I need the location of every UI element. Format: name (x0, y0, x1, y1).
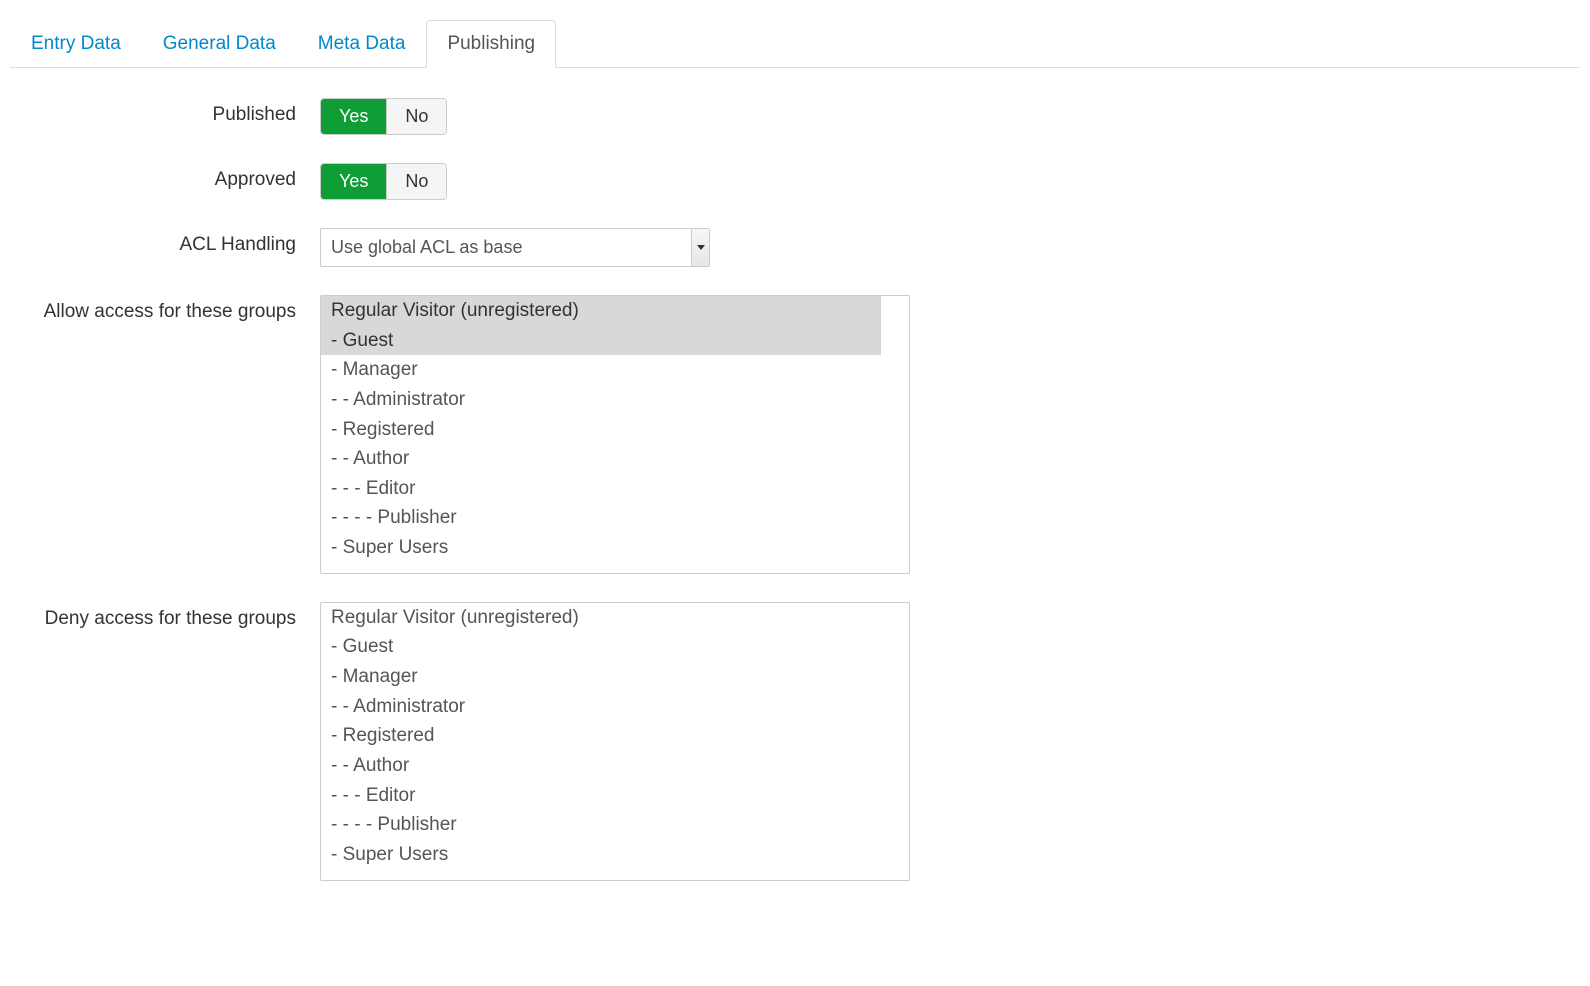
allow-groups-option[interactable]: - Manager (321, 355, 881, 385)
label-allow-groups: Allow access for these groups (10, 295, 320, 323)
label-acl-handling: ACL Handling (10, 228, 320, 256)
acl-handling-select[interactable]: Use global ACL as base (320, 228, 710, 267)
allow-groups-option[interactable]: - - - Editor (321, 474, 881, 504)
tab-general-data[interactable]: General Data (142, 20, 297, 68)
label-approved: Approved (10, 163, 320, 191)
deny-groups-option[interactable]: - - - Editor (321, 781, 881, 811)
deny-groups-option[interactable]: - Manager (321, 662, 881, 692)
allow-groups-option[interactable]: - - Administrator (321, 385, 881, 415)
allow-groups-multiselect[interactable]: Regular Visitor (unregistered)- Guest- M… (320, 295, 910, 574)
deny-groups-option[interactable]: Regular Visitor (unregistered) (321, 603, 881, 633)
row-published: Published Yes No (10, 98, 1580, 135)
allow-groups-option[interactable]: - - - - Publisher (321, 503, 881, 533)
published-yes-button[interactable]: Yes (321, 99, 387, 134)
tab-bar: Entry Data General Data Meta Data Publis… (10, 20, 1580, 68)
acl-handling-select-wrapper: Use global ACL as base (320, 228, 710, 267)
approved-no-button[interactable]: No (387, 164, 446, 199)
allow-groups-option[interactable]: - Guest (321, 326, 881, 356)
deny-groups-option[interactable]: - Super Users (321, 840, 881, 870)
label-deny-groups: Deny access for these groups (10, 602, 320, 630)
tab-meta-data[interactable]: Meta Data (297, 20, 427, 68)
deny-groups-option[interactable]: - - Author (321, 751, 881, 781)
row-allow-groups: Allow access for these groups Regular Vi… (10, 295, 1580, 574)
deny-groups-multiselect[interactable]: Regular Visitor (unregistered)- Guest- M… (320, 602, 910, 881)
allow-groups-option[interactable]: - - Author (321, 444, 881, 474)
approved-yes-button[interactable]: Yes (321, 164, 387, 199)
published-no-button[interactable]: No (387, 99, 446, 134)
toggle-approved: Yes No (320, 163, 447, 200)
row-acl-handling: ACL Handling Use global ACL as base (10, 228, 1580, 267)
allow-groups-option[interactable]: Regular Visitor (unregistered) (321, 296, 881, 326)
row-deny-groups: Deny access for these groups Regular Vis… (10, 602, 1580, 881)
deny-groups-option[interactable]: - Registered (321, 721, 881, 751)
deny-groups-option[interactable]: - - - - Publisher (321, 810, 881, 840)
toggle-published: Yes No (320, 98, 447, 135)
allow-groups-option[interactable]: - Super Users (321, 533, 881, 563)
allow-groups-option[interactable]: - Registered (321, 415, 881, 445)
deny-groups-option[interactable]: - Guest (321, 632, 881, 662)
tab-publishing[interactable]: Publishing (426, 20, 556, 68)
label-published: Published (10, 98, 320, 126)
deny-groups-option[interactable]: - - Administrator (321, 692, 881, 722)
tab-entry-data[interactable]: Entry Data (10, 20, 142, 68)
row-approved: Approved Yes No (10, 163, 1580, 200)
